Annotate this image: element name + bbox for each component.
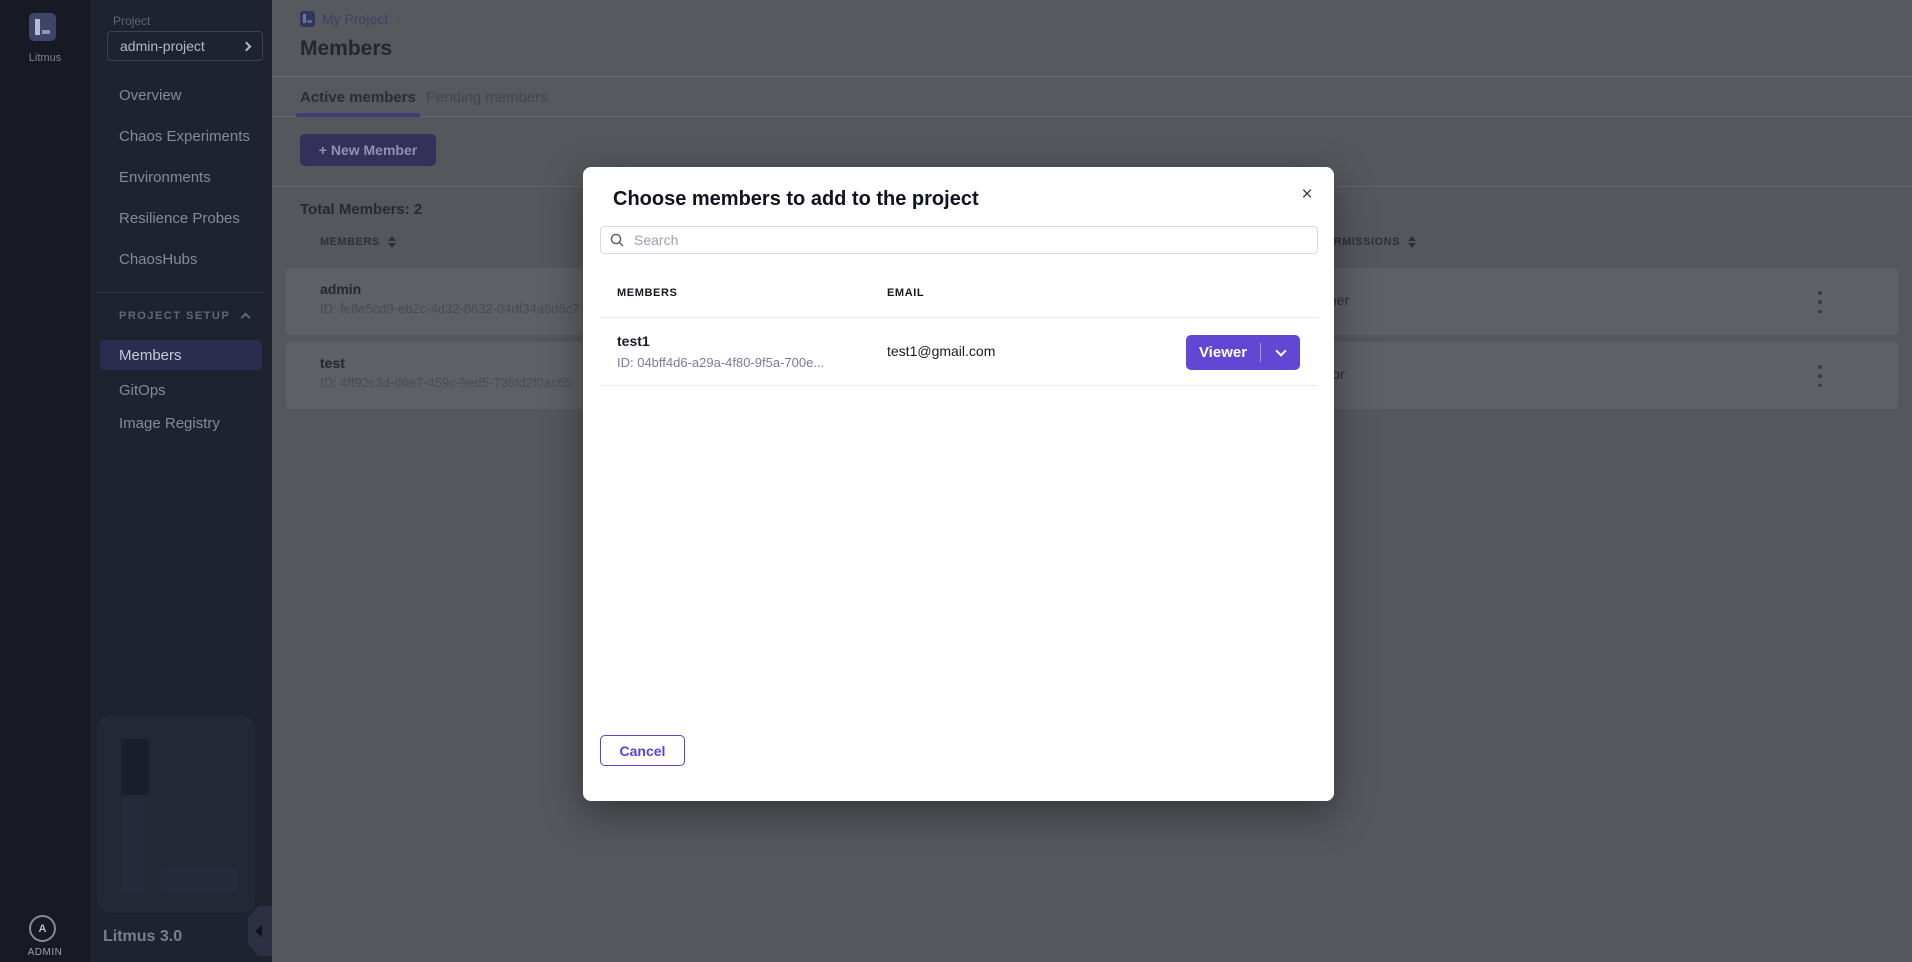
- sidebar-item-label: GitOps: [119, 382, 166, 399]
- project-selector-value: admin-project: [120, 38, 205, 54]
- candidate-name: test1: [617, 333, 650, 349]
- sidebar-item-label: Overview: [119, 87, 182, 104]
- sidebar-item-resilience-probes[interactable]: Resilience Probes: [90, 203, 272, 233]
- chevron-down-icon: [1275, 345, 1286, 356]
- collapse-arrow-icon: [255, 925, 262, 937]
- modal-members-header: MEMBERS: [617, 287, 677, 299]
- sidebar-collapse-handle[interactable]: [248, 906, 272, 956]
- breadcrumb[interactable]: My Project ›: [300, 11, 399, 27]
- member-id: ID: 4ff92c3d-d6e7-459c-9ed5-736fd2f0ac65: [320, 375, 572, 390]
- chevron-right-icon: [242, 41, 252, 51]
- page-header: My Project › Members: [272, 0, 1912, 77]
- tab-pending-members[interactable]: Pending members: [426, 77, 548, 117]
- litmus-logo-icon[interactable]: [29, 13, 56, 41]
- member-name: test: [320, 355, 345, 371]
- project-selector[interactable]: admin-project: [107, 31, 263, 61]
- sidebar-item-image-registry[interactable]: Image Registry: [90, 408, 272, 438]
- candidate-id: ID: 04bff4d6-a29a-4f80-9f5a-700e...: [617, 355, 824, 370]
- sidebar: Project admin-project Overview Chaos Exp…: [90, 0, 272, 962]
- sidebar-item-label: Resilience Probes: [119, 210, 240, 227]
- sidebar-item-label: Chaos Experiments: [119, 128, 250, 145]
- close-icon[interactable]: ×: [1294, 182, 1320, 208]
- sidebar-item-members[interactable]: Members: [100, 340, 262, 370]
- members-column-header: MEMBERS: [320, 236, 396, 248]
- cancel-button[interactable]: Cancel: [600, 735, 685, 766]
- divider: [600, 317, 1318, 318]
- litmus-logo-label: Litmus: [0, 52, 90, 64]
- role-select-button[interactable]: Viewer: [1186, 335, 1300, 370]
- sidebar-item-gitops[interactable]: GitOps: [90, 375, 272, 405]
- tab-strip: Active members Pending members: [272, 77, 1912, 117]
- page-title: Members: [300, 37, 392, 61]
- illustration-block: [121, 739, 149, 795]
- member-id: ID: fe8e5cd9-eb2c-4d32-8632-04df34a6d6c7: [320, 301, 579, 316]
- project-icon: [300, 11, 315, 27]
- sidebar-illustration: [97, 715, 255, 913]
- tab-active-members[interactable]: Active members: [300, 77, 416, 117]
- sort-icon[interactable]: [1408, 236, 1416, 248]
- project-label: Project: [113, 14, 150, 28]
- breadcrumb-separator: ›: [395, 12, 399, 27]
- icon-rail: Litmus A ADMIN: [0, 0, 90, 962]
- illustration-block: [160, 867, 238, 893]
- divider: [600, 385, 1318, 386]
- sidebar-item-label: Environments: [119, 169, 211, 186]
- sort-icon[interactable]: [388, 236, 396, 248]
- sidebar-item-environments[interactable]: Environments: [90, 162, 272, 192]
- illustration-block: [122, 799, 144, 895]
- modal-title: Choose members to add to the project: [613, 188, 979, 211]
- modal-email-header: EMAIL: [887, 287, 924, 299]
- sidebar-item-chaos-experiments[interactable]: Chaos Experiments: [90, 121, 272, 151]
- role-label: Viewer: [1186, 344, 1260, 361]
- search-icon: [610, 233, 624, 247]
- row-menu-icon[interactable]: [1812, 291, 1828, 313]
- new-member-button[interactable]: + New Member: [300, 134, 436, 166]
- project-setup-label: PROJECT SETUP: [119, 310, 230, 322]
- version-label: Litmus 3.0: [103, 928, 182, 946]
- sidebar-item-chaoshubs[interactable]: ChaosHubs: [90, 244, 272, 274]
- avatar[interactable]: A: [29, 915, 56, 942]
- candidate-email: test1@gmail.com: [887, 343, 995, 359]
- admin-user-label: ADMIN: [0, 947, 90, 958]
- sidebar-item-label: ChaosHubs: [119, 251, 197, 268]
- member-name: admin: [320, 281, 361, 297]
- breadcrumb-link[interactable]: My Project: [322, 11, 388, 27]
- add-members-modal: Choose members to add to the project × M…: [583, 167, 1334, 801]
- logo-bar: [35, 19, 40, 35]
- search-box: [600, 226, 1318, 254]
- sidebar-divider: [96, 292, 266, 293]
- logo-bar: [42, 30, 50, 34]
- project-setup-section-toggle[interactable]: PROJECT SETUP: [119, 310, 249, 322]
- sidebar-item-label: Members: [119, 347, 182, 364]
- chevron-up-icon: [241, 313, 251, 323]
- search-input[interactable]: [600, 226, 1318, 254]
- sidebar-item-overview[interactable]: Overview: [90, 80, 272, 110]
- members-header-label: MEMBERS: [320, 236, 380, 248]
- role-dropdown-toggle[interactable]: [1261, 351, 1300, 355]
- total-members-count: Total Members: 2: [300, 201, 422, 218]
- sidebar-item-label: Image Registry: [119, 415, 220, 432]
- row-menu-icon[interactable]: [1812, 365, 1828, 387]
